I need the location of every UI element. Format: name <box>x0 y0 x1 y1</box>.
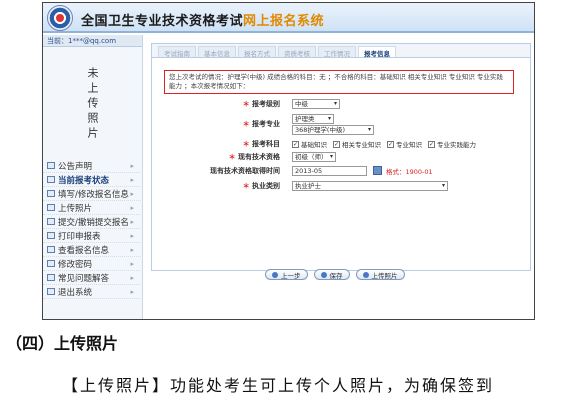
tab[interactable]: 基本信息 <box>198 46 236 58</box>
sidebar-item[interactable]: 打印申报表 ▸ <box>43 229 143 243</box>
subject-checkbox[interactable]: ✓ 基础知识 <box>292 139 327 149</box>
calendar-icon[interactable] <box>373 166 382 175</box>
menu-icon <box>47 260 55 267</box>
tech-select[interactable]: 初级（师） <box>292 152 336 162</box>
user-info: 当前：1***@qq.com <box>43 35 142 47</box>
prev-button[interactable]: 上一步 <box>265 269 308 280</box>
chevron-right-icon: ▸ <box>130 273 134 282</box>
body-paragraph: 【上传照片】功能处考生可上传个人照片，为确保签到 <box>62 376 495 395</box>
exam-history-notice: 您上次考试的情况：护理学(中级) 成绩合格的科目：无 ；不合格的科目：基础知识 … <box>164 70 514 94</box>
chevron-right-icon: ▸ <box>130 217 134 226</box>
save-button[interactable]: 保存 <box>313 269 350 280</box>
sidebar-item[interactable]: 公告声明 ▸ <box>43 159 143 173</box>
section-heading: （四）上传照片 <box>6 334 119 353</box>
menu-icon <box>47 288 55 295</box>
tab[interactable]: 考试指南 <box>158 46 196 58</box>
row-tech: ＊ 现有技术资格 初级（师） <box>152 152 532 164</box>
checkbox-checked-icon: ✓ <box>292 140 299 148</box>
checkbox-checked-icon: ✓ <box>428 140 435 148</box>
prev-icon <box>272 271 278 278</box>
chevron-right-icon: ▸ <box>130 161 134 170</box>
chevron-right-icon: ▸ <box>130 287 134 296</box>
row-level: ＊ 报考级别 中级 <box>152 99 532 111</box>
checkbox-checked-icon: ✓ <box>387 140 394 148</box>
level-select[interactable]: 中级 <box>292 99 340 109</box>
form-buttons: 上一步 保存 上传照片 <box>265 269 405 280</box>
sidebar-menu: 公告声明 ▸ 当前报考状态 ▸ 填写/修改报名信息 ▸ 上传照片 ▸ 提交/撤销提交报名 ▸ 打印申… <box>43 159 143 299</box>
major-category-select[interactable]: 护理类 <box>292 114 334 124</box>
row-major: ＊ 报考专业 护理类368护理学(中级) <box>152 114 532 135</box>
chevron-right-icon: ▸ <box>130 245 134 254</box>
category-select[interactable]: 执业护士 <box>292 181 448 191</box>
sidebar-item[interactable]: 退出系统 ▸ <box>43 285 143 299</box>
form-panel: 考试指南 基本信息 报名方式 资质考核 工作情况 报考信息 您上次考试的情况：护理学(中级… <box>151 43 531 271</box>
save-icon <box>320 271 327 278</box>
menu-icon <box>47 218 55 225</box>
sidebar-item[interactable]: 上传照片 ▸ <box>43 201 143 215</box>
subject-checkboxes: ✓ 基础知识 ✓ 相关专业知识 ✓ 专业知识 ✓ 专业实践能力 <box>292 139 482 149</box>
subject-checkbox[interactable]: ✓ 专业知识 <box>387 139 422 149</box>
sidebar-item[interactable]: 修改密码 ▸ <box>43 257 143 271</box>
chevron-right-icon: ▸ <box>130 189 134 198</box>
sidebar-item[interactable]: 查看报名信息 ▸ <box>43 243 143 257</box>
sidebar-item[interactable]: 常见问题解答 ▸ <box>43 271 143 285</box>
menu-icon <box>47 246 55 253</box>
row-subjects: ＊ 报考科目 ✓ 基础知识 ✓ 相关专业知识 ✓ 专业知识 ✓ 专业实践能力 <box>152 139 532 151</box>
row-category: ＊ 执业类别 执业护士 <box>152 181 532 193</box>
tab[interactable]: 报名方式 <box>238 46 276 58</box>
sidebar-item[interactable]: 当前报考状态 ▸ <box>43 173 143 187</box>
chevron-right-icon: ▸ <box>130 175 134 184</box>
upload-icon <box>362 271 369 278</box>
menu-icon <box>47 176 55 183</box>
menu-icon <box>47 190 55 197</box>
upload-photo-button[interactable]: 上传照片 <box>355 269 405 280</box>
menu-icon <box>47 274 55 281</box>
subject-checkbox[interactable]: ✓ 相关专业知识 <box>333 139 381 149</box>
photo-placeholder: 未上传照片 <box>86 66 99 142</box>
date-input[interactable]: 2013-05 <box>292 166 367 176</box>
menu-icon <box>47 162 55 169</box>
date-format-hint: 格式：1900-01 <box>386 168 433 176</box>
row-date: 现有技术资格取得时间 2013-05 格式：1900-01 <box>210 166 433 176</box>
site-banner: 全国卫生专业技术资格考试网上报名系统 <box>43 3 534 33</box>
subject-checkbox[interactable]: ✓ 专业实践能力 <box>428 139 476 149</box>
menu-icon <box>47 204 55 211</box>
emblem-icon <box>47 5 73 31</box>
tab[interactable]: 资质考核 <box>278 46 316 58</box>
chevron-right-icon: ▸ <box>130 231 134 240</box>
tab[interactable]: 报考信息 <box>358 46 396 58</box>
chevron-right-icon: ▸ <box>130 203 134 212</box>
sidebar: 当前：1***@qq.com 未上传照片 公告声明 ▸ 当前报考状态 ▸ 填写/修改报名… <box>43 35 143 319</box>
site-title: 全国卫生专业技术资格考试网上报名系统 <box>81 14 325 29</box>
checkbox-checked-icon: ✓ <box>333 140 340 148</box>
sidebar-item[interactable]: 填写/修改报名信息 ▸ <box>43 187 143 201</box>
tab[interactable]: 工作情况 <box>318 46 356 58</box>
major-select[interactable]: 368护理学(中级) <box>292 125 374 135</box>
sidebar-item[interactable]: 提交/撤销提交报名 ▸ <box>43 215 143 229</box>
menu-icon <box>47 232 55 239</box>
screenshot-frame: 全国卫生专业技术资格考试网上报名系统 当前：1***@qq.com 未上传照片 … <box>42 2 535 320</box>
tab-bar: 考试指南 基本信息 报名方式 资质考核 工作情况 报考信息 <box>152 44 530 58</box>
chevron-right-icon: ▸ <box>130 259 134 268</box>
